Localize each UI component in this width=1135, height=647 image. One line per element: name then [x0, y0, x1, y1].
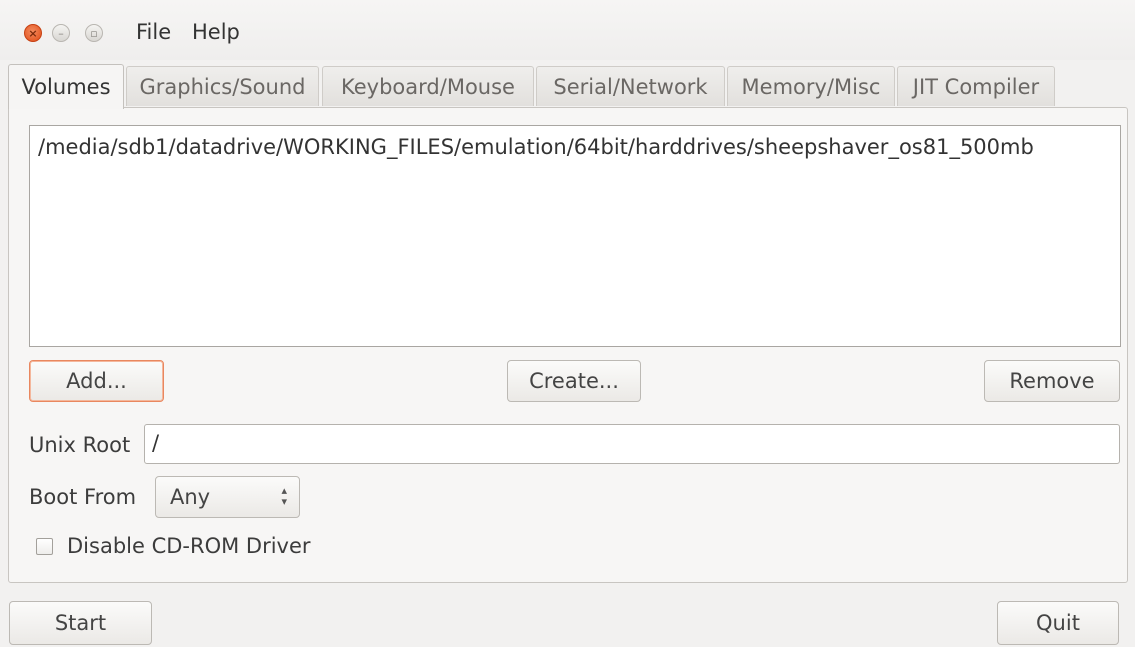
tab-volumes[interactable]: Volumes: [8, 64, 124, 109]
menu-file[interactable]: File: [136, 20, 171, 44]
remove-volume-button[interactable]: Remove: [984, 360, 1120, 402]
volumes-panel: /media/sdb1/datadrive/WORKING_FILES/emul…: [8, 107, 1128, 583]
tab-keyboard-mouse[interactable]: Keyboard/Mouse: [322, 66, 534, 106]
tab-memory-misc[interactable]: Memory/Misc: [727, 66, 895, 106]
unix-root-label: Unix Root: [29, 433, 131, 457]
tab-graphics-sound[interactable]: Graphics/Sound: [126, 66, 319, 106]
disable-cdrom-label[interactable]: Disable CD-ROM Driver: [67, 534, 311, 558]
unix-root-input[interactable]: /: [144, 424, 1120, 464]
list-item[interactable]: /media/sdb1/datadrive/WORKING_FILES/emul…: [38, 135, 1112, 159]
tab-bar: Volumes Graphics/Sound Keyboard/Mouse Se…: [8, 64, 1128, 109]
maximize-window-icon[interactable]: ▫: [85, 24, 103, 42]
start-button[interactable]: Start: [9, 601, 152, 645]
quit-button[interactable]: Quit: [997, 601, 1119, 645]
minimize-window-icon[interactable]: –: [52, 24, 70, 42]
volume-list[interactable]: /media/sdb1/datadrive/WORKING_FILES/emul…: [29, 125, 1121, 347]
sheepshaver-prefs-window: × – ▫ File Help Volumes Graphics/Sound K…: [0, 0, 1135, 647]
create-volume-button[interactable]: Create...: [507, 360, 641, 402]
spin-arrows-icon: ▴ ▾: [281, 484, 287, 508]
tab-serial-network[interactable]: Serial/Network: [536, 66, 725, 106]
menu-help[interactable]: Help: [192, 20, 240, 44]
add-volume-button[interactable]: Add...: [29, 360, 164, 402]
close-window-icon[interactable]: ×: [24, 24, 42, 42]
tab-jit-compiler[interactable]: JIT Compiler: [897, 66, 1055, 106]
boot-from-value: Any: [170, 485, 211, 509]
boot-from-label: Boot From: [29, 485, 137, 509]
disable-cdrom-checkbox[interactable]: [36, 538, 53, 555]
boot-from-select[interactable]: Any ▴ ▾: [155, 476, 300, 518]
title-menu-bar: × – ▫ File Help: [0, 0, 1135, 60]
